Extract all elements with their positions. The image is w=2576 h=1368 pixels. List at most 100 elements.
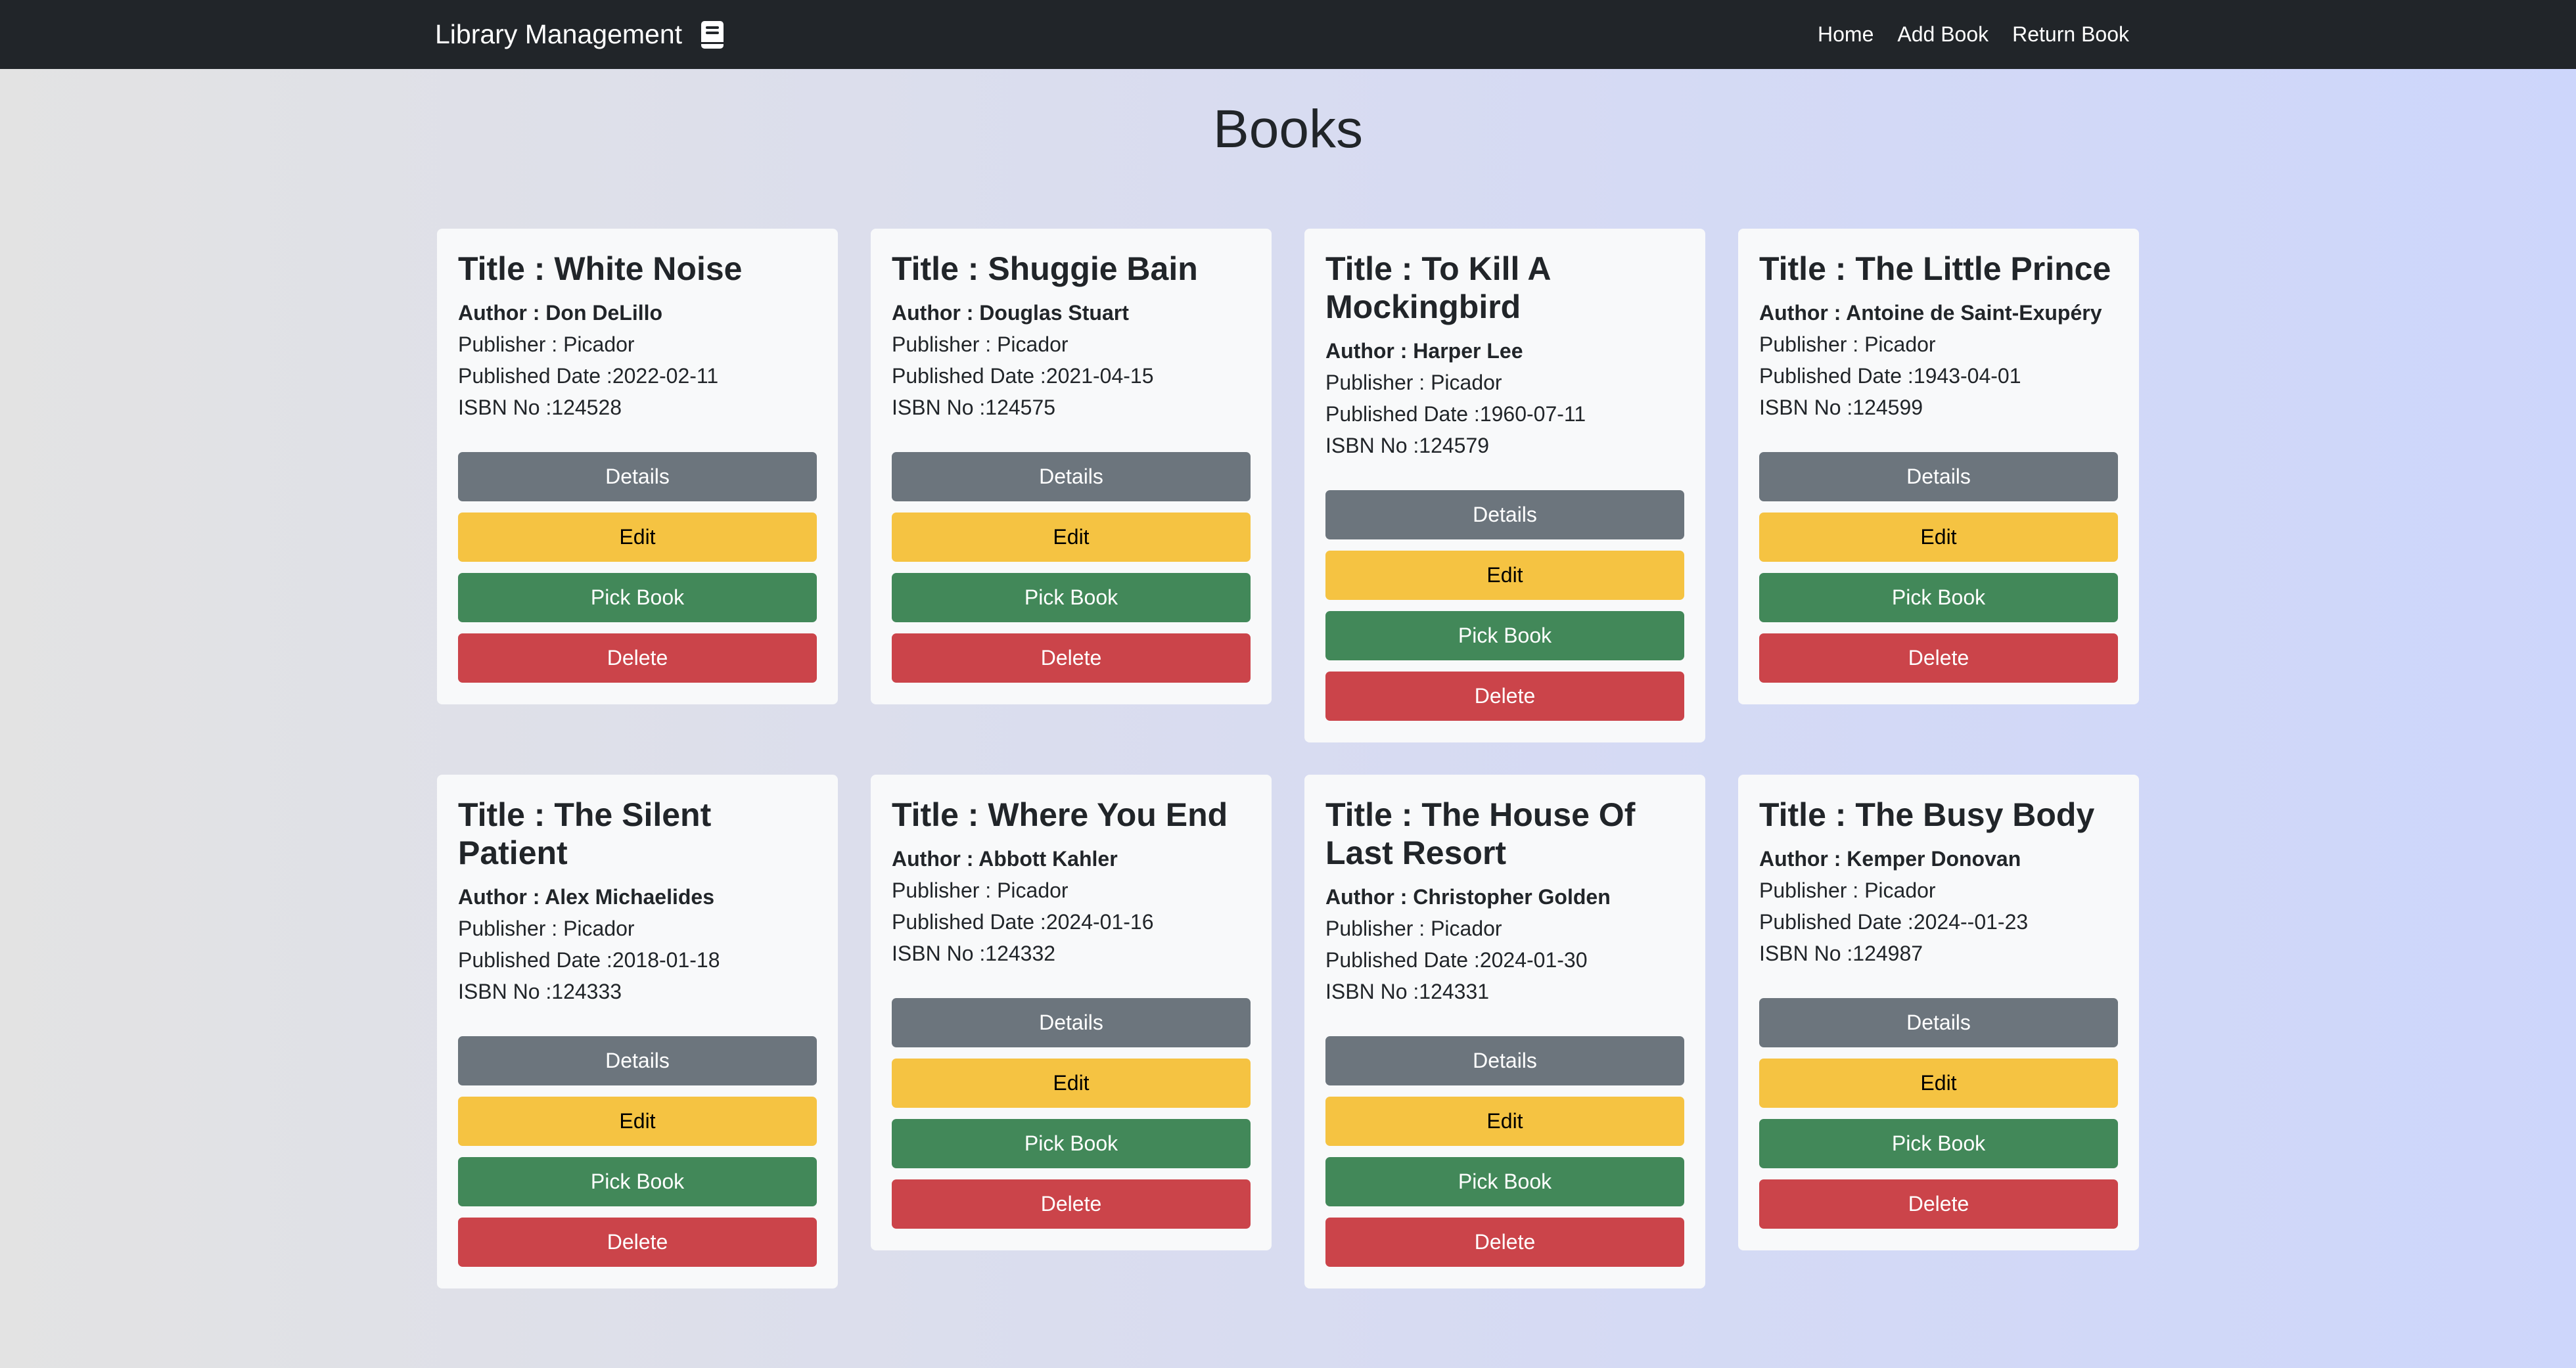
delete-button[interactable]: Delete <box>458 1218 817 1267</box>
field-label: Published Date : <box>1759 364 1914 388</box>
details-button[interactable]: Details <box>1325 490 1684 539</box>
field-label: Title : <box>1759 250 1856 287</box>
book-author-value: Douglas Stuart <box>979 301 1129 325</box>
details-button[interactable]: Details <box>458 452 817 501</box>
field-label: Title : <box>1325 796 1422 833</box>
field-label: ISBN No : <box>1325 980 1419 1003</box>
book-card: Title : Where You End Author : Abbott Ka… <box>871 775 1272 1250</box>
book-published-date: Published Date :2021-04-15 <box>892 360 1251 392</box>
field-label: Publisher : <box>458 332 564 356</box>
book-author: Author : Antoine de Saint-Exupéry <box>1759 297 2118 329</box>
book-isbn-value: 124575 <box>985 396 1056 419</box>
delete-button[interactable]: Delete <box>892 1179 1251 1229</box>
edit-button[interactable]: Edit <box>1759 1059 2118 1108</box>
book-published-date: Published Date :1960-07-11 <box>1325 398 1684 430</box>
pick-book-button[interactable]: Pick Book <box>1325 1157 1684 1206</box>
field-label: Author : <box>892 301 980 325</box>
delete-button[interactable]: Delete <box>1325 1218 1684 1267</box>
field-label: ISBN No : <box>892 396 986 419</box>
book-published-date: Published Date :2024-01-30 <box>1325 944 1684 976</box>
book-isbn: ISBN No :124332 <box>892 938 1251 969</box>
book-title: Title : The House Of Last Resort <box>1325 796 1684 872</box>
edit-button[interactable]: Edit <box>1325 551 1684 600</box>
pick-book-button[interactable]: Pick Book <box>1759 1119 2118 1168</box>
book-author: Author : Douglas Stuart <box>892 297 1251 329</box>
edit-button[interactable]: Edit <box>458 513 817 562</box>
details-button[interactable]: Details <box>1759 998 2118 1047</box>
book-title-value: Shuggie Bain <box>988 250 1198 287</box>
field-label: Published Date : <box>892 910 1046 934</box>
book-isbn-value: 124599 <box>1852 396 1923 419</box>
pick-book-button[interactable]: Pick Book <box>1759 573 2118 622</box>
field-label: Published Date : <box>1325 402 1480 426</box>
book-isbn-value: 124579 <box>1419 434 1490 457</box>
delete-button[interactable]: Delete <box>458 633 817 683</box>
field-label: ISBN No : <box>1759 942 1853 965</box>
book-isbn: ISBN No :124528 <box>458 392 817 423</box>
brand-title: Library Management <box>435 19 683 49</box>
field-label: ISBN No : <box>1759 396 1853 419</box>
pick-book-button[interactable]: Pick Book <box>458 1157 817 1206</box>
pick-book-button[interactable]: Pick Book <box>892 573 1251 622</box>
delete-button[interactable]: Delete <box>892 633 1251 683</box>
field-label: Author : <box>1325 885 1414 909</box>
book-card: Title : The House Of Last Resort Author … <box>1304 775 1705 1288</box>
book-title-value: The Busy Body <box>1855 796 2095 833</box>
book-isbn: ISBN No :124987 <box>1759 938 2118 969</box>
card-actions: Details Edit Pick Book Delete <box>892 452 1251 683</box>
book-publisher: Publisher : Picador <box>1759 875 2118 906</box>
navbar: Library Management Home Add Book Return … <box>0 0 2576 69</box>
field-label: Published Date : <box>458 948 612 972</box>
book-isbn-value: 124331 <box>1419 980 1490 1003</box>
book-isbn: ISBN No :124579 <box>1325 430 1684 461</box>
book-published-date: Published Date :1943-04-01 <box>1759 360 2118 392</box>
delete-button[interactable]: Delete <box>1759 1179 2118 1229</box>
book-date-value: 1960-07-11 <box>1479 402 1586 426</box>
book-publisher: Publisher : Picador <box>458 329 817 360</box>
details-button[interactable]: Details <box>458 1036 817 1085</box>
pick-book-button[interactable]: Pick Book <box>458 573 817 622</box>
field-label: Publisher : <box>1325 371 1431 394</box>
book-isbn: ISBN No :124331 <box>1325 976 1684 1007</box>
field-label: Publisher : <box>458 917 564 940</box>
field-label: ISBN No : <box>458 980 552 1003</box>
details-button[interactable]: Details <box>892 998 1251 1047</box>
book-card: Title : The Little Prince Author : Antoi… <box>1738 229 2139 704</box>
field-label: Author : <box>892 847 979 871</box>
edit-button[interactable]: Edit <box>892 1059 1251 1108</box>
book-author-value: Kemper Donovan <box>1847 847 2021 871</box>
book-author: Author : Alex Michaelides <box>458 881 817 913</box>
book-isbn-value: 124332 <box>985 942 1056 965</box>
nav-links: Home Add Book Return Book <box>1818 0 2129 69</box>
card-actions: Details Edit Pick Book Delete <box>1325 1036 1684 1267</box>
details-button[interactable]: Details <box>1759 452 2118 501</box>
nav-link-home[interactable]: Home <box>1818 22 1874 47</box>
navbar-brand[interactable]: Library Management <box>435 0 724 69</box>
book-author: Author : Christopher Golden <box>1325 881 1684 913</box>
field-label: Publisher : <box>892 878 998 902</box>
field-label: Author : <box>1325 339 1414 363</box>
card-actions: Details Edit Pick Book Delete <box>1759 452 2118 683</box>
book-isbn: ISBN No :124599 <box>1759 392 2118 423</box>
delete-button[interactable]: Delete <box>1325 672 1684 721</box>
field-label: Author : <box>458 885 545 909</box>
nav-link-return-book[interactable]: Return Book <box>2012 22 2129 47</box>
field-label: Publisher : <box>1325 917 1431 940</box>
book-date-value: 2021-04-15 <box>1046 364 1154 388</box>
edit-button[interactable]: Edit <box>1325 1097 1684 1146</box>
nav-link-add-book[interactable]: Add Book <box>1897 22 1989 47</box>
field-label: Title : <box>1325 250 1422 287</box>
book-published-date: Published Date :2018-01-18 <box>458 944 817 976</box>
details-button[interactable]: Details <box>1325 1036 1684 1085</box>
book-author: Author : Harper Lee <box>1325 335 1684 367</box>
book-title: Title : Where You End <box>892 796 1251 834</box>
pick-book-button[interactable]: Pick Book <box>892 1119 1251 1168</box>
book-publisher: Publisher : Picador <box>1325 367 1684 398</box>
pick-book-button[interactable]: Pick Book <box>1325 611 1684 660</box>
edit-button[interactable]: Edit <box>458 1097 817 1146</box>
delete-button[interactable]: Delete <box>1759 633 2118 683</box>
details-button[interactable]: Details <box>892 452 1251 501</box>
edit-button[interactable]: Edit <box>892 513 1251 562</box>
edit-button[interactable]: Edit <box>1759 513 2118 562</box>
card-actions: Details Edit Pick Book Delete <box>458 452 817 683</box>
